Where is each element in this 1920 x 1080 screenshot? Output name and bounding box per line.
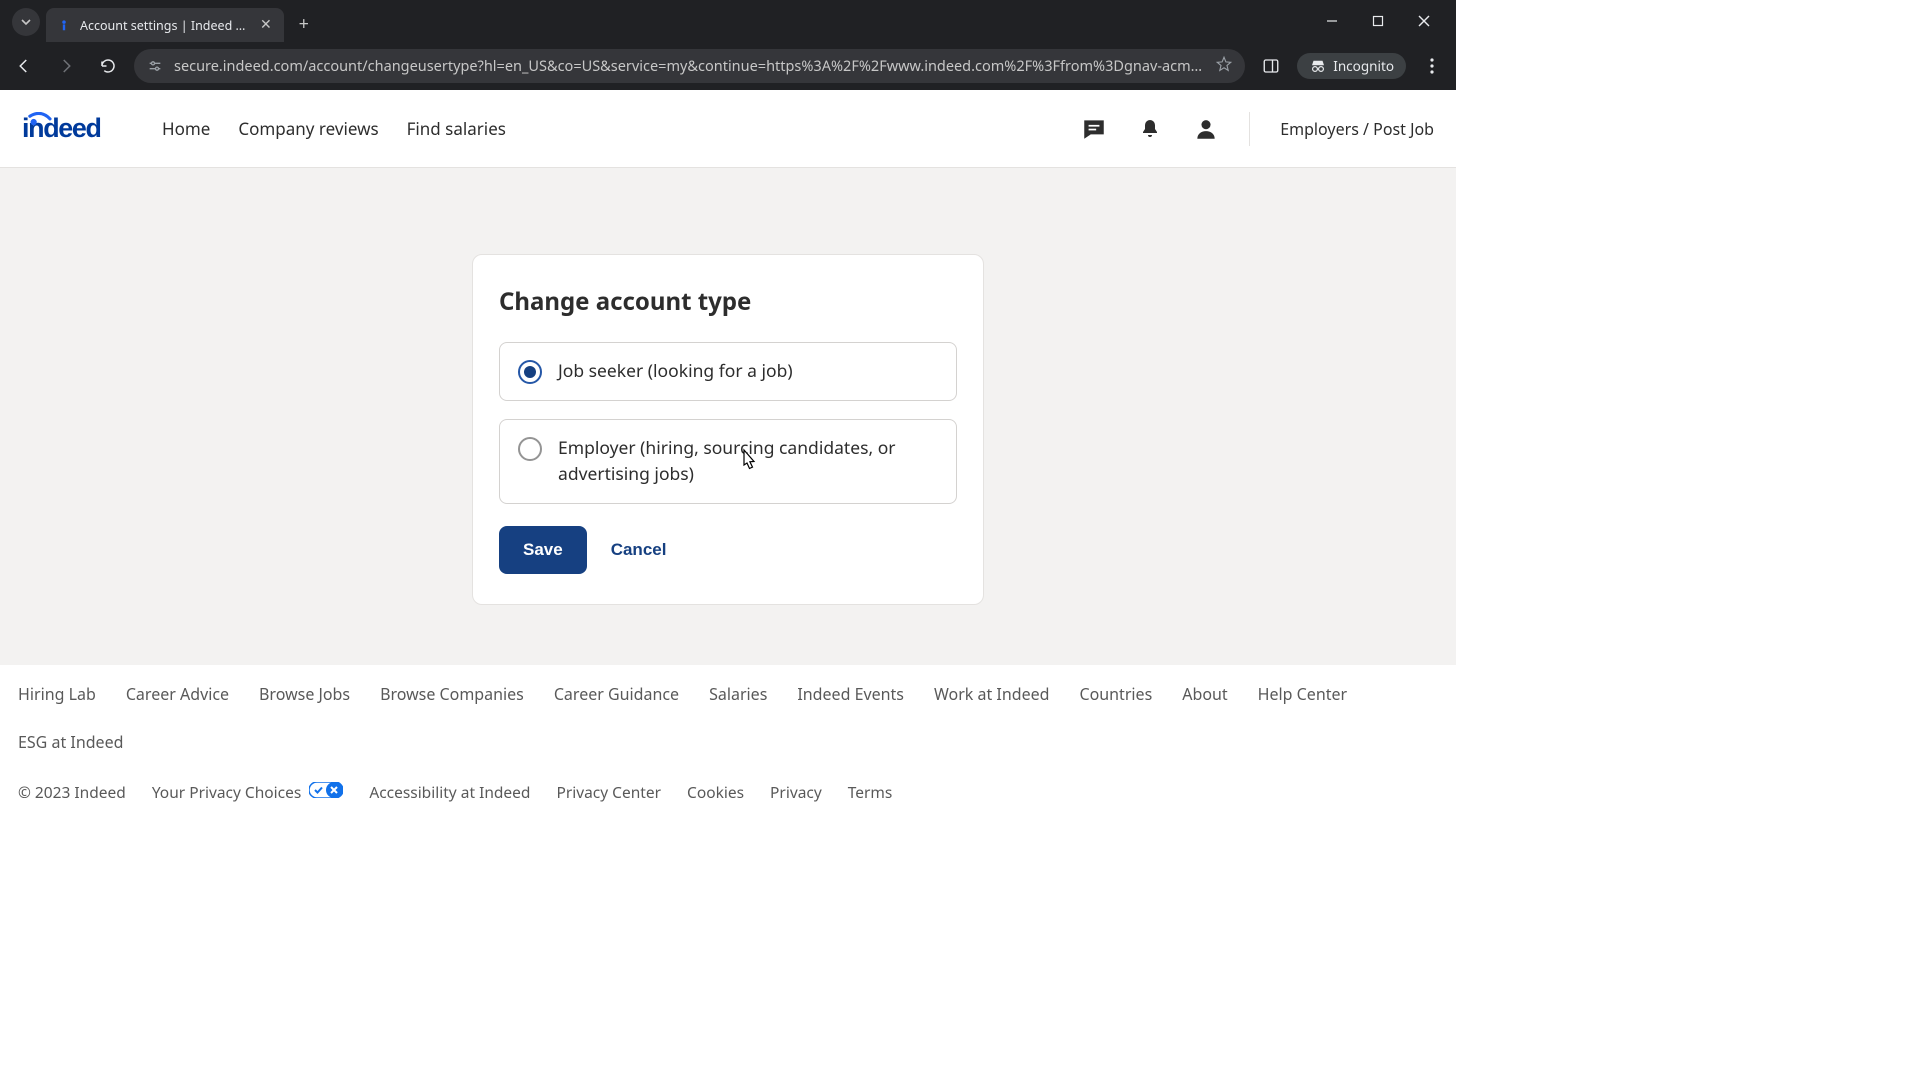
footer-countries[interactable]: Countries: [1079, 683, 1152, 705]
cookies-link[interactable]: Cookies: [687, 781, 744, 803]
chrome-menu-button[interactable]: [1416, 58, 1448, 74]
privacy-toggle-icon: [309, 782, 343, 798]
footer-browse-companies[interactable]: Browse Companies: [380, 683, 524, 705]
window-minimize-icon[interactable]: [1318, 15, 1346, 27]
footer-career-advice[interactable]: Career Advice: [126, 683, 229, 705]
footer-hiring-lab[interactable]: Hiring Lab: [18, 683, 96, 705]
footer-browse-jobs[interactable]: Browse Jobs: [259, 683, 350, 705]
footer-legal: © 2023 Indeed Your Privacy Choices Acces…: [18, 781, 1438, 803]
incognito-label: Incognito: [1333, 57, 1394, 75]
browser-tab[interactable]: Account settings | Indeed Acco ✕: [46, 8, 284, 42]
tab-search-button[interactable]: [12, 8, 40, 36]
address-bar: secure.indeed.com/account/changeusertype…: [0, 42, 1456, 90]
footer-salaries[interactable]: Salaries: [709, 683, 767, 705]
window-close-icon[interactable]: [1410, 15, 1438, 27]
window-maximize-icon[interactable]: [1364, 15, 1392, 27]
separator: [1249, 112, 1250, 146]
incognito-icon: [1309, 59, 1327, 73]
page-viewport[interactable]: indeed Home Company reviews Find salarie…: [0, 90, 1456, 816]
site-controls-icon[interactable]: [146, 57, 164, 75]
side-panel-button[interactable]: [1255, 50, 1287, 82]
footer-indeed-events[interactable]: Indeed Events: [797, 683, 904, 705]
footer-career-guidance[interactable]: Career Guidance: [554, 683, 679, 705]
primary-nav: Home Company reviews Find salaries: [162, 117, 506, 140]
radio-job-seeker[interactable]: [518, 360, 542, 384]
reload-button[interactable]: [92, 50, 124, 82]
privacy-choices-label: Your Privacy Choices: [152, 781, 301, 803]
header-right: Employers / Post Job: [1081, 112, 1434, 146]
footer-about[interactable]: About: [1182, 683, 1227, 705]
notifications-icon[interactable]: [1137, 116, 1163, 142]
profile-icon[interactable]: [1193, 116, 1219, 142]
favicon-indeed-icon: [56, 17, 72, 33]
incognito-chip[interactable]: Incognito: [1297, 53, 1406, 79]
main-content: Change account type Job seeker (looking …: [0, 168, 1456, 665]
messages-icon[interactable]: [1081, 116, 1107, 142]
window-controls: [1300, 0, 1456, 42]
tab-close-icon[interactable]: ✕: [258, 16, 274, 34]
card-actions: Save Cancel: [499, 526, 957, 574]
option-employer[interactable]: Employer (hiring, sourcing candidates, o…: [499, 419, 957, 504]
employers-link[interactable]: Employers / Post Job: [1280, 118, 1434, 140]
nav-company-reviews[interactable]: Company reviews: [238, 117, 378, 140]
nav-home[interactable]: Home: [162, 117, 210, 140]
site-header: indeed Home Company reviews Find salarie…: [0, 90, 1456, 168]
cancel-button[interactable]: Cancel: [611, 540, 667, 560]
footer-help-center[interactable]: Help Center: [1258, 683, 1347, 705]
new-tab-button[interactable]: +: [290, 10, 318, 38]
privacy-center-link[interactable]: Privacy Center: [556, 781, 661, 803]
url-field[interactable]: secure.indeed.com/account/changeusertype…: [134, 49, 1245, 83]
browser-chrome: Account settings | Indeed Acco ✕ + secur…: [0, 0, 1456, 90]
option-job-seeker-label: Job seeker (looking for a job): [558, 359, 793, 384]
privacy-choices-link[interactable]: Your Privacy Choices: [152, 781, 344, 803]
change-account-type-card: Change account type Job seeker (looking …: [472, 254, 984, 605]
bookmark-star-icon[interactable]: [1215, 55, 1233, 78]
back-button[interactable]: [8, 50, 40, 82]
svg-text:indeed: indeed: [22, 112, 101, 142]
site-footer: Hiring Lab Career Advice Browse Jobs Bro…: [0, 665, 1456, 816]
footer-links: Hiring Lab Career Advice Browse Jobs Bro…: [18, 683, 1438, 753]
privacy-link[interactable]: Privacy: [770, 781, 822, 803]
card-title: Change account type: [499, 285, 957, 318]
option-job-seeker[interactable]: Job seeker (looking for a job): [499, 342, 957, 401]
terms-link[interactable]: Terms: [848, 781, 893, 803]
radio-employer[interactable]: [518, 437, 542, 461]
tab-strip: Account settings | Indeed Acco ✕ +: [0, 0, 1456, 42]
tab-title: Account settings | Indeed Acco: [80, 17, 250, 34]
option-employer-label: Employer (hiring, sourcing candidates, o…: [558, 436, 938, 487]
nav-find-salaries[interactable]: Find salaries: [407, 117, 506, 140]
footer-work-at-indeed[interactable]: Work at Indeed: [934, 683, 1050, 705]
save-button[interactable]: Save: [499, 526, 587, 574]
forward-button[interactable]: [50, 50, 82, 82]
copyright: © 2023 Indeed: [18, 781, 126, 803]
indeed-logo[interactable]: indeed: [22, 112, 142, 146]
url-text: secure.indeed.com/account/changeusertype…: [174, 56, 1205, 76]
footer-esg[interactable]: ESG at Indeed: [18, 731, 123, 753]
accessibility-link[interactable]: Accessibility at Indeed: [369, 781, 530, 803]
